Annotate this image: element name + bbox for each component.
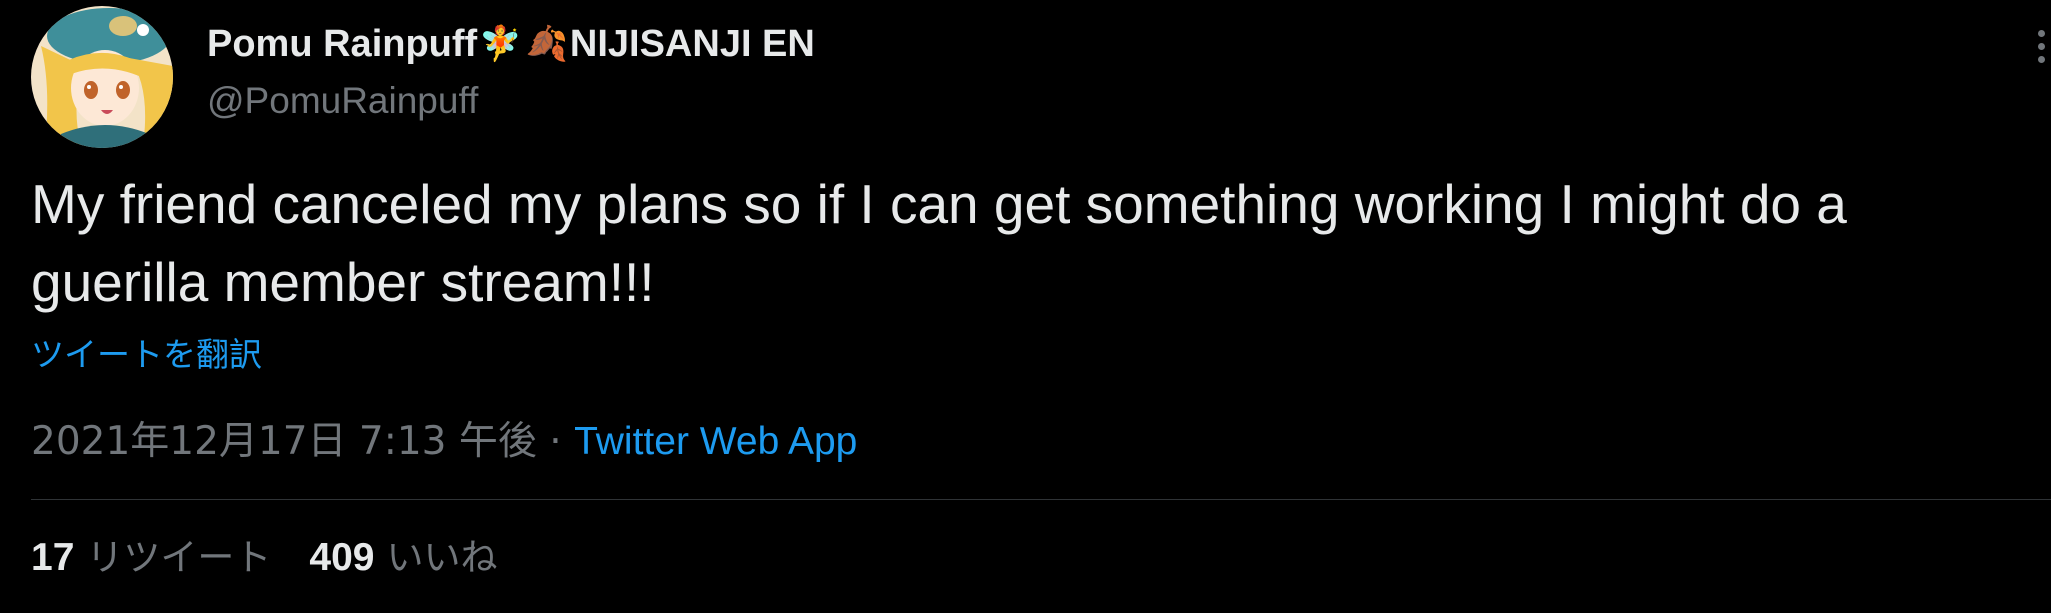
display-name-text: Pomu Rainpuff (207, 23, 478, 65)
fairy-emoji-icon: 🧚 (479, 24, 522, 64)
avatar[interactable] (31, 6, 173, 148)
likes-count: 409 (309, 536, 375, 579)
tweet-stats: 17 リツイート 409 いいね (31, 530, 535, 586)
avatar-image (31, 6, 173, 148)
display-name[interactable]: Pomu Rainpuff 🧚 🍂 NIJISANJI EN (207, 18, 815, 70)
retweets-count: 17 (31, 536, 75, 579)
likes-stat[interactable]: 409 いいね (309, 530, 497, 586)
display-name-suffix: NIJISANJI EN (569, 23, 815, 65)
timestamp[interactable]: 2021年12月17日 7:13 午後 (31, 419, 537, 464)
tweet-card: Pomu Rainpuff 🧚 🍂 NIJISANJI EN @PomuRain… (0, 0, 2051, 613)
user-handle[interactable]: @PomuRainpuff (207, 76, 815, 126)
likes-label: いいね (386, 536, 498, 579)
tweet-meta: 2021年12月17日 7:13 午後 · Twitter Web App (31, 416, 857, 468)
leaf-emoji-icon: 🍂 (525, 24, 568, 64)
more-vertical-icon[interactable] (2031, 30, 2051, 70)
source-link[interactable]: Twitter Web App (574, 420, 857, 463)
retweets-stat[interactable]: 17 リツイート (31, 530, 271, 586)
tweet-text: My friend canceled my plans so if I can … (31, 173, 1847, 313)
meta-separator: · (536, 419, 575, 464)
divider (31, 499, 2051, 500)
translate-tweet-link[interactable]: ツイートを翻訳 (31, 332, 262, 378)
author-info: Pomu Rainpuff 🧚 🍂 NIJISANJI EN @PomuRain… (207, 18, 815, 126)
retweets-label: リツイート (86, 536, 272, 579)
